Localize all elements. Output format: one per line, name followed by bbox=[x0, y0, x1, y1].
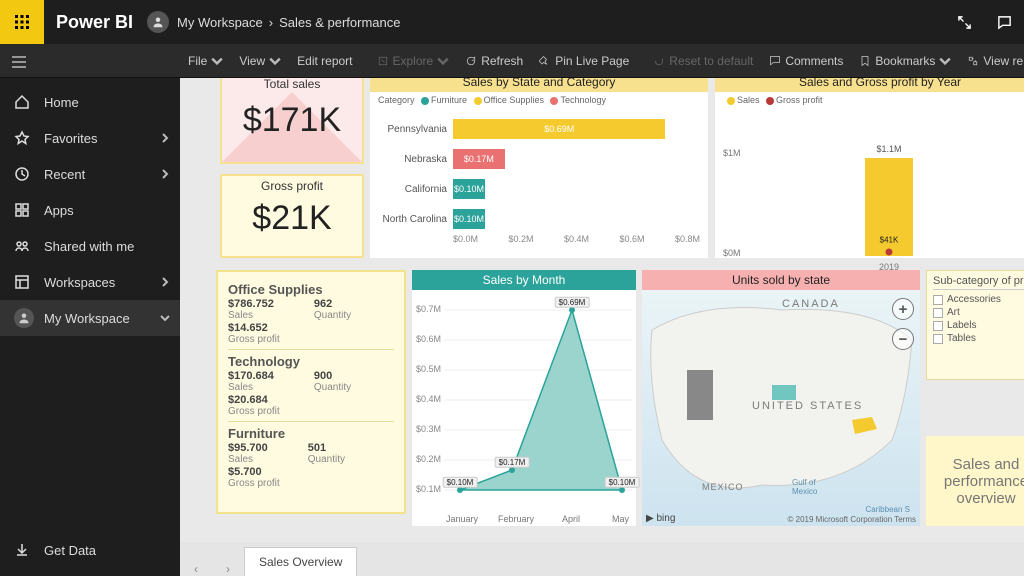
pin-live-button[interactable]: Pin Live Page bbox=[531, 44, 637, 77]
file-menu[interactable]: File bbox=[180, 44, 231, 77]
avatar-icon bbox=[147, 11, 169, 33]
reset-button[interactable]: Reset to default bbox=[645, 44, 761, 77]
tile-title: Sales by Month bbox=[412, 270, 636, 290]
kpi-title: Total sales bbox=[222, 78, 362, 91]
checkbox-icon[interactable] bbox=[933, 334, 943, 344]
tile-sales-by-month[interactable]: Sales by Month $0.7M $0.6M $0.5M $0.4M $… bbox=[412, 270, 636, 526]
titlebar: Power BI My Workspace › Sales & performa… bbox=[0, 0, 1024, 44]
tile-overview[interactable]: Sales and performance overview bbox=[926, 436, 1024, 526]
view-menu[interactable]: View bbox=[231, 44, 289, 77]
bookmarks-button[interactable]: Bookmarks bbox=[851, 44, 959, 77]
nav-shared[interactable]: Shared with me bbox=[0, 228, 180, 264]
explore-button[interactable]: Explore bbox=[369, 44, 458, 77]
checkbox-icon[interactable] bbox=[933, 308, 943, 318]
nav-my-workspace[interactable]: My Workspace bbox=[0, 300, 180, 336]
edit-report-button[interactable]: Edit report bbox=[289, 44, 360, 77]
nav-recent[interactable]: Recent bbox=[0, 156, 180, 192]
tile-subcategory-slicer[interactable]: Sub-category of prod Accessories Art Lab… bbox=[926, 270, 1024, 380]
tile-sales-by-state-category[interactable]: Sales by State and Category Category Fur… bbox=[370, 78, 708, 258]
slicer-title: Sub-category of prod bbox=[933, 275, 1024, 290]
hamburger-icon[interactable] bbox=[11, 54, 27, 73]
tile-total-sales[interactable]: Total sales $171K bbox=[220, 78, 364, 164]
kpi-value: $21K bbox=[222, 199, 362, 238]
report-canvas: Total sales $171K Gross profit $21K Sale… bbox=[180, 78, 1024, 542]
map-attribution: © 2019 Microsoft Corporation Terms bbox=[788, 515, 916, 524]
report-toolbar: File View Edit report Explore Refresh Pi… bbox=[0, 44, 1024, 78]
x-axis: $0.0M$0.2M$0.4M$0.6M$0.8M bbox=[453, 234, 700, 244]
chat-button[interactable] bbox=[984, 2, 1024, 42]
refresh-button[interactable]: Refresh bbox=[457, 44, 531, 77]
left-nav: Home Favorites Recent Apps Shared with m… bbox=[0, 78, 180, 576]
next-page-button[interactable]: › bbox=[212, 562, 244, 576]
view-related-button[interactable]: View related bbox=[959, 44, 1024, 77]
chart-legend: Category Furniture Office Supplies Techn… bbox=[370, 92, 708, 108]
tile-title: Sales and Gross profit by Year bbox=[715, 78, 1024, 92]
kpi-title: Gross profit bbox=[222, 179, 362, 193]
nav-apps[interactable]: Apps bbox=[0, 192, 180, 228]
nav-get-data[interactable]: Get Data bbox=[0, 532, 180, 568]
map-zoom-in[interactable]: + bbox=[892, 298, 914, 320]
tile-units-by-state-map[interactable]: Units sold by state CANADA UNITED STATES… bbox=[642, 270, 920, 526]
tile-title: Sales by State and Category bbox=[370, 78, 708, 92]
page-tabs: ‹ › Sales Overview bbox=[180, 542, 1024, 576]
app-launcher-button[interactable] bbox=[0, 0, 44, 44]
slicer-item[interactable]: Art bbox=[933, 306, 1024, 319]
slicer-item[interactable]: Accessories bbox=[933, 293, 1024, 306]
comments-button[interactable]: Comments bbox=[761, 44, 851, 77]
tile-gross-profit[interactable]: Gross profit $21K bbox=[220, 174, 364, 258]
nav-favorites[interactable]: Favorites bbox=[0, 120, 180, 156]
map-zoom-out[interactable]: − bbox=[892, 328, 914, 350]
checkbox-icon[interactable] bbox=[933, 295, 943, 305]
slicer-item[interactable]: Tables bbox=[933, 332, 1024, 345]
tile-sales-gross-profit-year[interactable]: Sales and Gross profit by Year Sales Gro… bbox=[715, 78, 1024, 258]
chart-legend: Sales Gross profit bbox=[715, 92, 1024, 108]
tile-category-summary[interactable]: Office Supplies $786.752Sales962Quantity… bbox=[216, 270, 406, 514]
kpi-value: $171K bbox=[222, 101, 362, 140]
tab-sales-overview[interactable]: Sales Overview bbox=[244, 547, 357, 576]
brand-label: Power BI bbox=[56, 12, 133, 33]
checkbox-icon[interactable] bbox=[933, 321, 943, 331]
breadcrumb-sep: › bbox=[269, 15, 273, 30]
nav-home[interactable]: Home bbox=[0, 84, 180, 120]
slicer-item[interactable]: Labels bbox=[933, 319, 1024, 332]
breadcrumb-report[interactable]: Sales & performance bbox=[279, 15, 400, 30]
nav-workspaces[interactable]: Workspaces bbox=[0, 264, 180, 300]
overview-text: Sales and performance overview bbox=[934, 456, 1024, 507]
fullscreen-button[interactable] bbox=[944, 2, 984, 42]
breadcrumb-workspace[interactable]: My Workspace bbox=[177, 15, 263, 30]
prev-page-button[interactable]: ‹ bbox=[180, 562, 212, 576]
tile-title: Units sold by state bbox=[642, 270, 920, 290]
bing-logo: ▶ bing bbox=[646, 513, 675, 524]
